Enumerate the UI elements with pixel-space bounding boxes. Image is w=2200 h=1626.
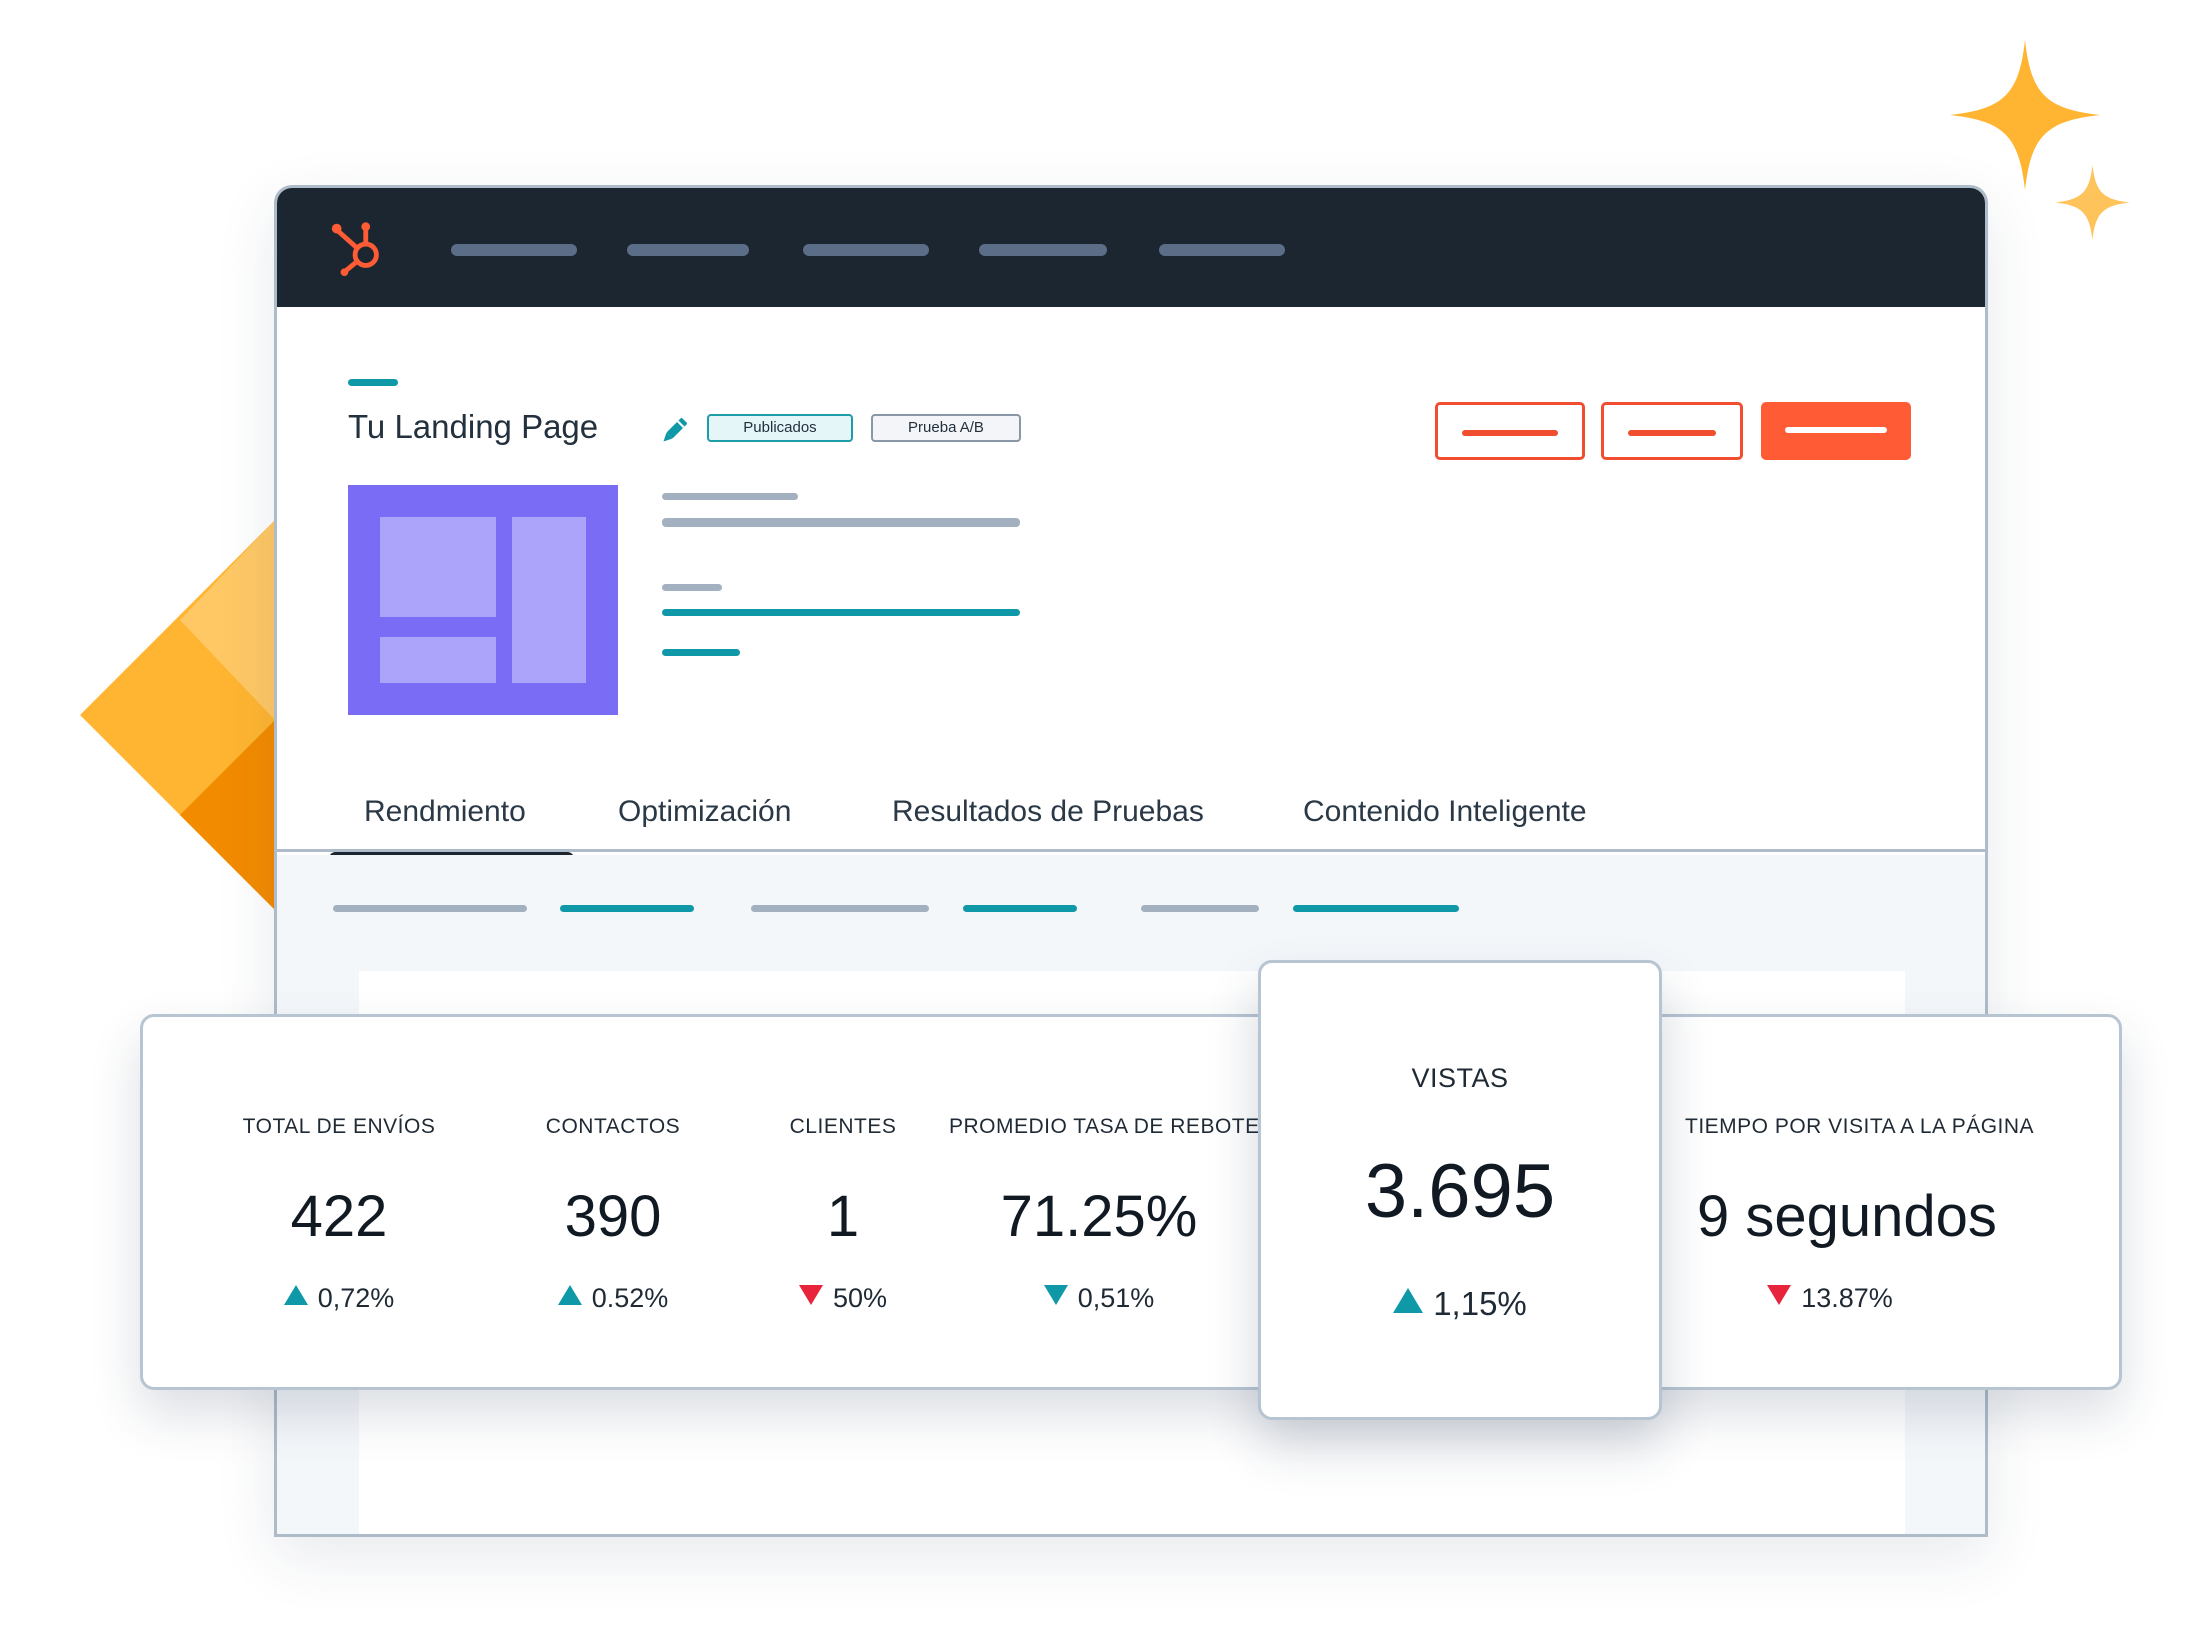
- subnav-item-2[interactable]: [560, 905, 694, 912]
- stat-value: 71.25%: [1000, 1184, 1198, 1249]
- tab-resultados-pruebas[interactable]: Resultados de Pruebas: [892, 795, 1204, 829]
- stat-value: 1: [826, 1184, 860, 1249]
- stat-value: 422: [290, 1184, 388, 1249]
- detail-line-1: [662, 493, 798, 500]
- action-button-2[interactable]: [1601, 402, 1743, 460]
- sparkle-small-icon: [2055, 165, 2130, 240]
- top-navigation-bar: [277, 188, 1985, 307]
- stat-change: 0,72%: [195, 1283, 483, 1314]
- stat-label: CLIENTES: [789, 1115, 897, 1138]
- primary-action-button[interactable]: [1761, 402, 1911, 460]
- stat-tiempo-visita: TIEMPO POR VISITA A LA PÁGINA 9 segundos…: [1665, 1017, 2105, 1387]
- action-button-2-label-placeholder: [1628, 430, 1716, 436]
- action-button-1[interactable]: [1435, 402, 1585, 460]
- nav-item-5[interactable]: [1159, 244, 1285, 256]
- stat-tasa-rebote: PROMEDIO TASA DE REBOTE 71.25% 0,51%: [949, 1017, 1260, 1387]
- stat-change: 1,15%: [1261, 1285, 1659, 1323]
- trend-up-icon: [283, 1285, 308, 1305]
- decorative-diamond: [80, 520, 275, 910]
- detail-link-1[interactable]: [662, 609, 1020, 616]
- trend-down-icon: [798, 1285, 823, 1305]
- stat-value: 9 segundos: [1697, 1184, 1997, 1249]
- detail-line-3: [662, 584, 722, 591]
- thumbnail-block-top-left: [380, 517, 496, 617]
- stat-change: 13.87%: [1665, 1283, 1995, 1314]
- pencil-icon[interactable]: [657, 414, 691, 448]
- stat-change: 0.52%: [493, 1283, 733, 1314]
- thumbnail-block-right: [512, 517, 586, 683]
- subnav-item-6[interactable]: [1293, 905, 1459, 912]
- subnav-item-3[interactable]: [751, 905, 929, 912]
- primary-action-label-placeholder: [1785, 427, 1887, 433]
- trend-down-icon: [1767, 1285, 1792, 1305]
- tab-bar: Rendmiento Optimización Resultados de Pr…: [277, 748, 1985, 852]
- status-badge-ab-test[interactable]: Prueba A/B: [871, 414, 1021, 442]
- stat-value: 390: [564, 1184, 662, 1249]
- subnav-item-4[interactable]: [963, 905, 1077, 912]
- stat-label: PROMEDIO TASA DE REBOTE: [949, 1115, 1260, 1138]
- stats-card: TOTAL DE ENVÍOS 422 0,72% CONTACTOS 390 …: [140, 1014, 2122, 1390]
- detail-link-2[interactable]: [662, 649, 740, 656]
- tab-rendimiento[interactable]: Rendmiento: [364, 795, 526, 829]
- tab-optimizacion[interactable]: Optimización: [618, 795, 791, 829]
- detail-line-2: [662, 518, 1020, 527]
- stat-contactos: CONTACTOS 390 0.52%: [493, 1017, 733, 1387]
- trend-up-icon: [1393, 1288, 1424, 1313]
- trend-up-icon: [557, 1285, 582, 1305]
- trend-down-icon: [1043, 1285, 1068, 1305]
- tab-contenido-inteligente[interactable]: Contenido Inteligente: [1303, 795, 1587, 829]
- stat-label: VISTAS: [1411, 1063, 1509, 1093]
- stat-change: 50%: [743, 1283, 943, 1314]
- stat-change: 0,51%: [949, 1283, 1249, 1314]
- stat-total-envios: TOTAL DE ENVÍOS 422 0,72%: [195, 1017, 483, 1387]
- page-thumbnail[interactable]: [348, 485, 618, 715]
- page-title: Tu Landing Page: [348, 408, 599, 445]
- title-accent-line: [348, 379, 398, 386]
- thumbnail-block-bottom-left: [380, 637, 496, 683]
- stat-vistas-highlight[interactable]: VISTAS 3.695 1,15%: [1258, 960, 1662, 1420]
- status-badge-published[interactable]: Publicados: [707, 414, 853, 442]
- nav-item-2[interactable]: [627, 244, 749, 256]
- nav-item-1[interactable]: [451, 244, 577, 256]
- stat-label: TOTAL DE ENVÍOS: [242, 1115, 436, 1138]
- stat-value: 3.695: [1364, 1149, 1556, 1234]
- subnav-item-5[interactable]: [1141, 905, 1259, 912]
- nav-item-4[interactable]: [979, 244, 1107, 256]
- nav-item-3[interactable]: [803, 244, 929, 256]
- hubspot-sprocket-icon[interactable]: [327, 216, 389, 278]
- stat-label: TIEMPO POR VISITA A LA PÁGINA: [1685, 1115, 2035, 1138]
- stat-clientes: CLIENTES 1 50%: [743, 1017, 943, 1387]
- subnav-item-1[interactable]: [333, 905, 527, 912]
- stat-label: CONTACTOS: [545, 1115, 681, 1138]
- action-button-1-label-placeholder: [1462, 430, 1558, 436]
